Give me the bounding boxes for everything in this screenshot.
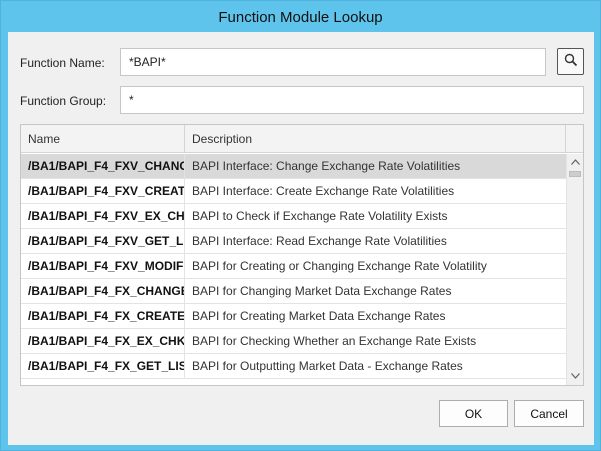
function-name-cell: /BA1/BAPI_F4_FX_CREATE xyxy=(21,304,185,328)
description-cell: BAPI Interface: Create Exchange Rate Vol… xyxy=(192,184,455,198)
column-header-description[interactable]: Description xyxy=(185,125,566,153)
description-cell: BAPI for Creating or Changing Exchange R… xyxy=(192,259,487,273)
function-name-cell: /BA1/BAPI_F4_FXV_CREATI xyxy=(21,179,185,203)
header-corner xyxy=(566,125,583,153)
description-cell: BAPI for Checking Whether an Exchange Ra… xyxy=(192,334,477,348)
ok-button[interactable]: OK xyxy=(439,400,508,427)
function-name-input[interactable]: *BAPI* xyxy=(120,48,546,76)
function-name-cell: /BA1/BAPI_F4_FX_EX_CHK xyxy=(21,329,185,353)
description-cell: BAPI Interface: Read Exchange Rate Volat… xyxy=(192,234,447,248)
table-body: /BA1/BAPI_F4_FXV_CHANC BAPI Interface: Ch… xyxy=(21,154,566,379)
description-cell: BAPI for Changing Market Data Exchange R… xyxy=(192,284,452,298)
column-header-name[interactable]: Name xyxy=(21,125,185,153)
scrollbar-thumb[interactable] xyxy=(569,171,581,177)
description-cell: BAPI Interface: Change Exchange Rate Vol… xyxy=(192,159,461,173)
description-cell: BAPI to Check if Exchange Rate Volatilit… xyxy=(192,209,448,223)
table-row[interactable]: /BA1/BAPI_F4_FXV_GET_LIS BAPI Interface: … xyxy=(21,229,566,254)
search-icon xyxy=(564,53,578,70)
search-button[interactable] xyxy=(557,48,584,75)
table-row[interactable]: /BA1/BAPI_F4_FXV_EX_CHI BAPI to Check if … xyxy=(21,204,566,229)
table-row[interactable]: /BA1/BAPI_F4_FX_EX_CHK BAPI for Checking … xyxy=(21,329,566,354)
function-name-cell: /BA1/BAPI_F4_FXV_EX_CHI xyxy=(21,204,185,228)
function-name-cell: /BA1/BAPI_F4_FXV_CHANC xyxy=(21,154,185,178)
table-row[interactable]: /BA1/BAPI_F4_FXV_CHANC BAPI Interface: Ch… xyxy=(21,154,566,179)
cancel-button[interactable]: Cancel xyxy=(514,400,584,427)
table-row[interactable]: /BA1/BAPI_F4_FX_CHANGE BAPI for Changing … xyxy=(21,279,566,304)
dialog-window: Function Module Lookup Function Name: *B… xyxy=(0,0,601,451)
function-group-input[interactable]: * xyxy=(120,86,584,114)
results-table: Name Description /BA1/BAPI_F4_FXV_CHANC B… xyxy=(20,124,584,386)
dialog-body: Function Name: *BAPI* Function Group: * … xyxy=(8,32,594,445)
description-cell: BAPI for Creating Market Data Exchange R… xyxy=(192,309,446,323)
table-row[interactable]: /BA1/BAPI_F4_FXV_CREATI BAPI Interface: C… xyxy=(21,179,566,204)
function-name-cell: /BA1/BAPI_F4_FXV_MODIF xyxy=(21,254,185,278)
table-row[interactable]: /BA1/BAPI_F4_FX_CREATE BAPI for Creating … xyxy=(21,304,566,329)
function-name-label: Function Name: xyxy=(20,56,105,70)
vertical-scrollbar[interactable] xyxy=(566,154,583,385)
chevron-down-icon[interactable] xyxy=(567,368,583,384)
chevron-up-icon[interactable] xyxy=(567,154,583,170)
function-name-cell: /BA1/BAPI_F4_FX_CHANGE xyxy=(21,279,185,303)
function-group-label: Function Group: xyxy=(20,94,107,108)
description-cell: BAPI for Outputting Market Data - Exchan… xyxy=(192,359,463,373)
window-title: Function Module Lookup xyxy=(218,8,383,26)
function-name-cell: /BA1/BAPI_F4_FXV_GET_LIS xyxy=(21,229,185,253)
table-header: Name Description xyxy=(21,125,583,153)
table-row[interactable]: /BA1/BAPI_F4_FX_GET_LIST BAPI for Outputt… xyxy=(21,354,566,379)
table-row[interactable]: /BA1/BAPI_F4_FXV_MODIF BAPI for Creating … xyxy=(21,254,566,279)
function-name-cell: /BA1/BAPI_F4_FX_GET_LIST xyxy=(21,354,185,378)
